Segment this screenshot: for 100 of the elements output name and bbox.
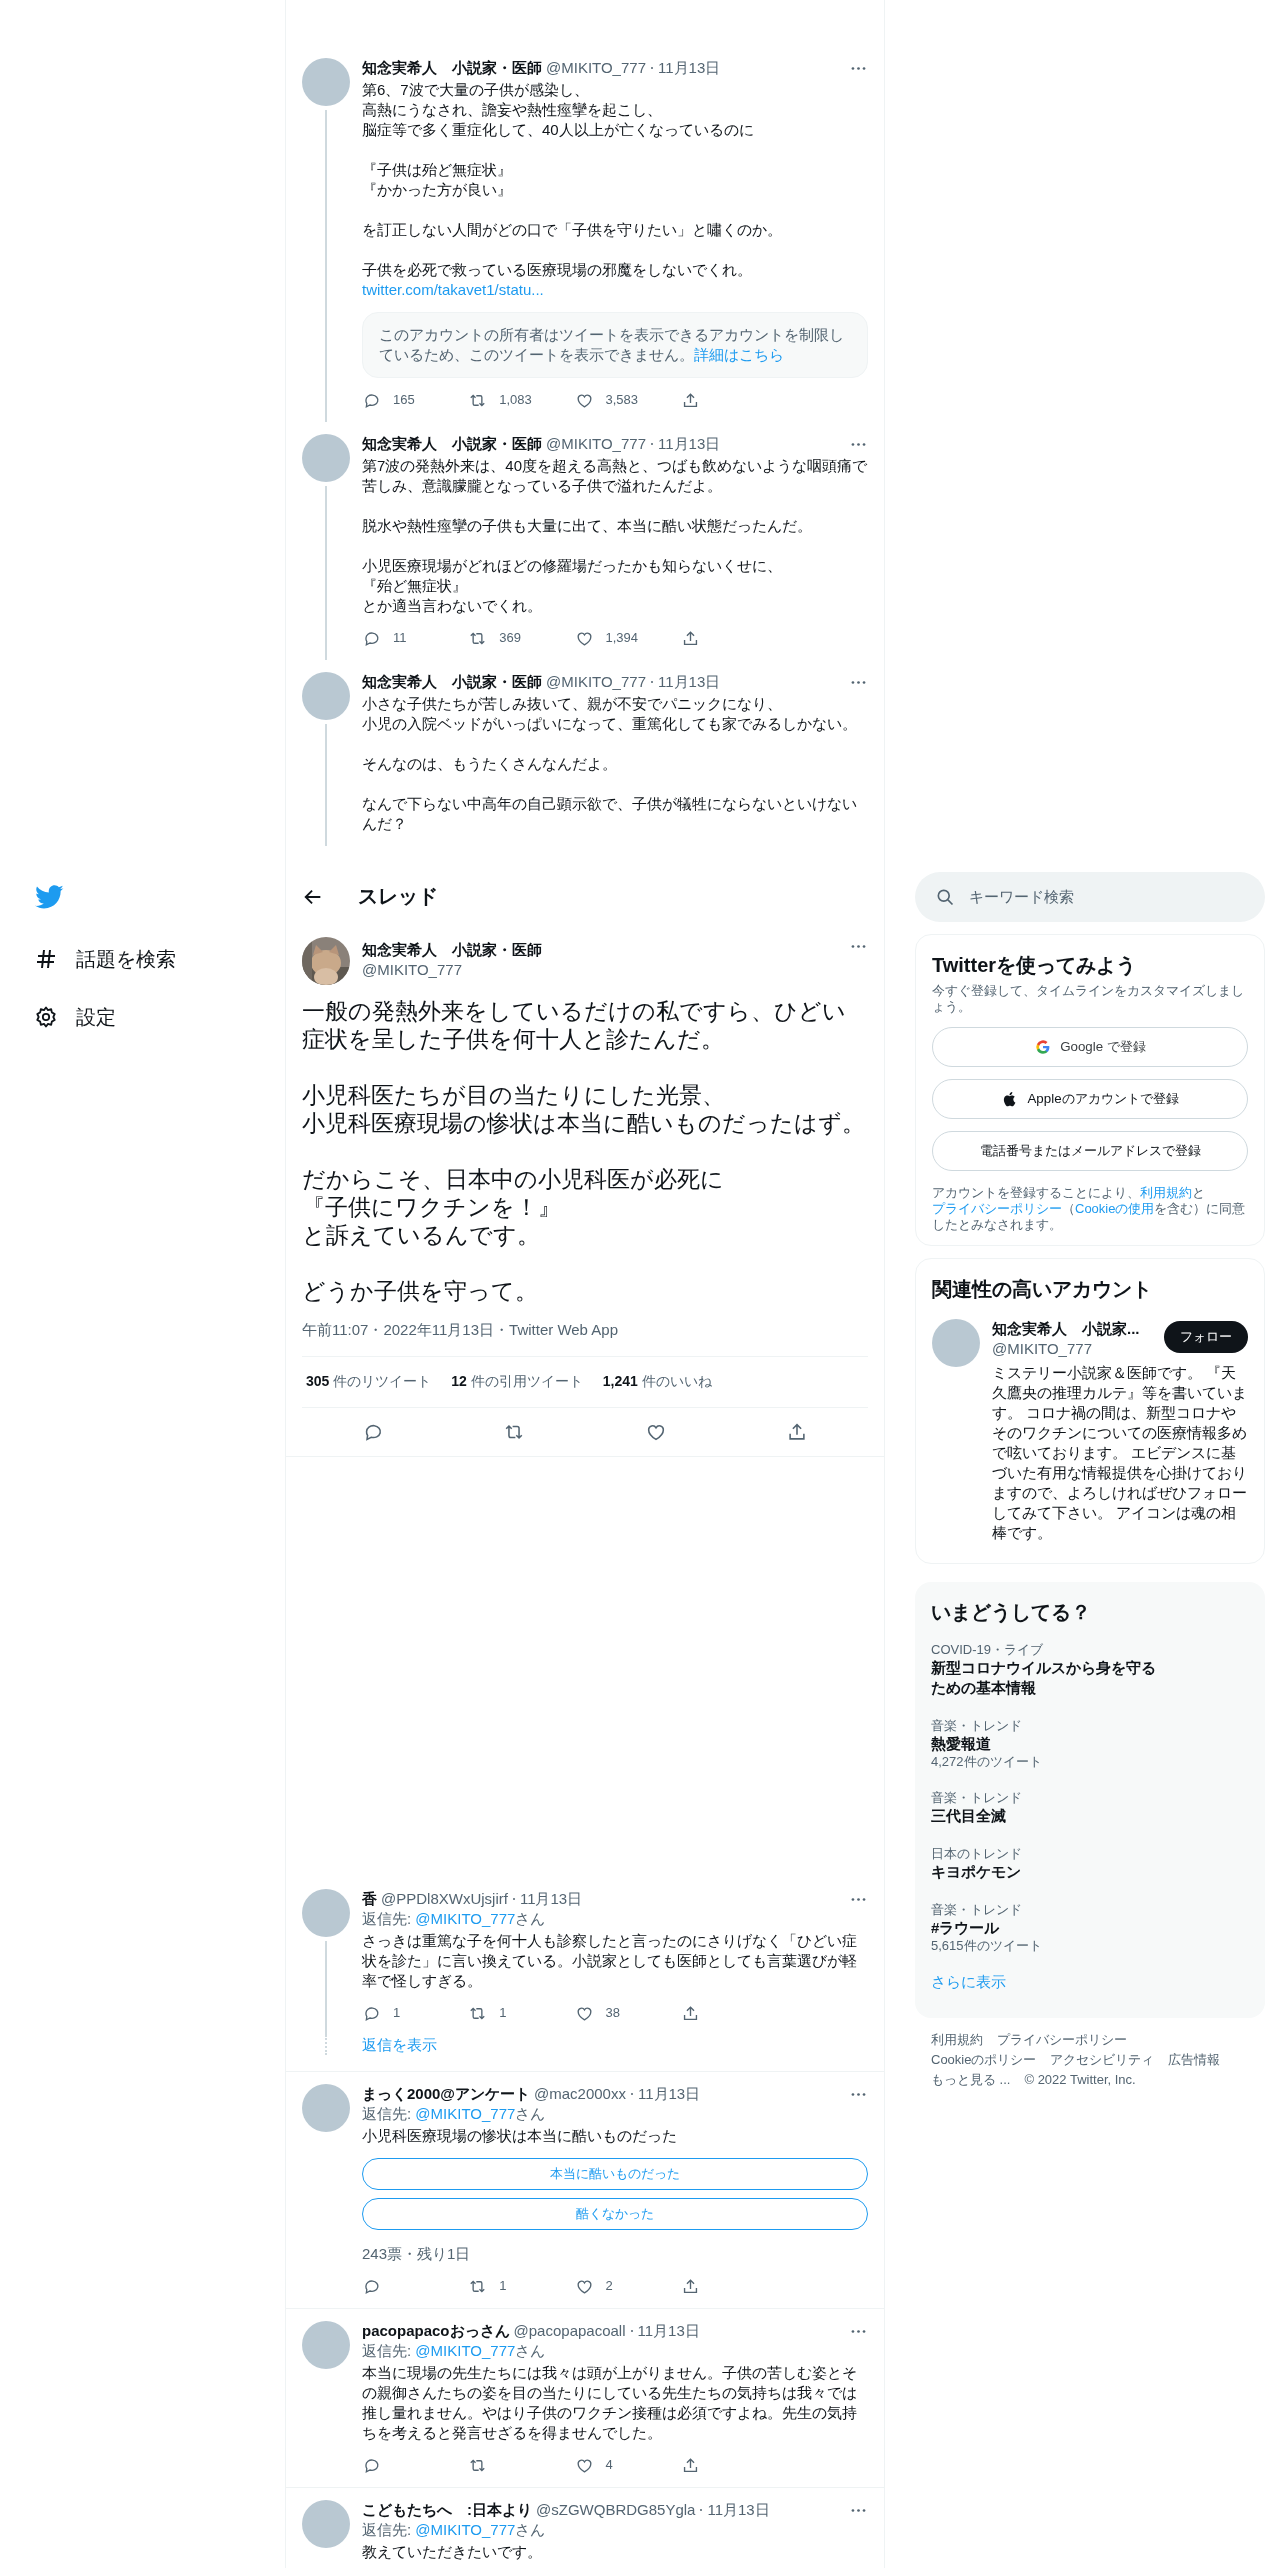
tweet-text: 『殆ど無症状』: [362, 576, 468, 596]
author-handle: @MIKITO_777: [362, 960, 463, 980]
nav-link[interactable]: 話題を検索: [76, 945, 176, 973]
retweet-count: 1: [499, 2004, 507, 2022]
trend-title[interactable]: キヨポケモン: [931, 1862, 1163, 1882]
card-subtitle: 今すぐ登録して、タイムラインをカスタマイズしましょう。: [932, 983, 1245, 1015]
tweet-text: 教えていただきたいです。: [362, 2542, 543, 2562]
tweet-text: さっきは重篤な子を何十人も診察したと言ったのにさりげなく「ひどい症状を診た」に言い換えている。小説家としても医師としても言葉選びが軽率で怪しすぎる。: [362, 1931, 858, 1991]
tweet-text: 小児の入院ベッドがいっぱいになって、重篤化しても家でみるしかない。: [362, 714, 858, 734]
tweet-date[interactable]: 11月13日: [519, 1889, 583, 1909]
tweet-text: どうか子供を守って。: [302, 1277, 539, 1305]
footer-link[interactable]: アクセシビリティ: [1050, 2050, 1155, 2070]
tweet-text: 小児科医療現場の惨状は本当に酷いものだったはず。: [302, 1109, 866, 1137]
like-count: 2: [605, 2277, 613, 2295]
tweet-date[interactable]: 11月13日: [658, 434, 721, 454]
card-title: 関連性の高いアカウント: [932, 1277, 1153, 1301]
footer-link[interactable]: 広告情報: [1168, 2050, 1221, 2070]
retweet-count: 1,083: [499, 391, 532, 409]
author-handle: @MIKITO_777: [546, 672, 646, 692]
trend-count: 5,615件のツイート: [931, 1938, 1043, 1954]
like-count: 1,394: [605, 629, 639, 647]
tweet-date[interactable]: 11月13日: [658, 58, 721, 78]
reply-to-text: 返信先: @MIKITO_777さん: [362, 2104, 547, 2124]
tweet-text: 子供を必死で救っている医療現場の邪魔をしないでくれ。: [362, 260, 753, 280]
author-handle: @mac2000xx: [534, 2084, 626, 2104]
like-count: 38: [605, 2004, 620, 2022]
tweet-text: 脳症等で多く重症化して、40人以上が亡くなっているのに: [362, 120, 755, 140]
trend-category: 音楽・トレンド: [931, 1902, 1023, 1918]
tweet-text: 脱水や熱性痙攣の子供も大量に出て、本当に酷い状態だったんだ。: [362, 516, 813, 536]
account-name[interactable]: 知念実希人 小説家...: [992, 1319, 1156, 1339]
settings-icon[interactable]: [34, 1005, 58, 1029]
trend-title[interactable]: #ラウール: [931, 1918, 1163, 1938]
footer-link[interactable]: 利用規約: [931, 2030, 983, 2050]
search-input[interactable]: キーワード検索: [967, 886, 1245, 908]
tweet-text: 小児科医療現場の惨状は本当に酷いものだった: [362, 2126, 678, 2146]
poll-status: 243票・残り1日: [362, 2244, 472, 2264]
author-handle: @sZGWQBRDG85Ygla: [536, 2500, 696, 2520]
tweet-text: 『かかった方が良い』: [362, 180, 513, 200]
tweet-text: 第6、7波で大量の子供が感染し、: [362, 80, 590, 100]
reply-to-text: 返信先: @MIKITO_777さん: [362, 1909, 547, 1929]
tweet-text: 第7波の発熱外来は、40度を超える高熱と、つばも飲めないような咽頭痛で苦しみ、意識朦朧となっている子供で溢れたんだよ。: [362, 456, 868, 496]
search-field[interactable]: キーワード検索: [915, 872, 1265, 922]
tweet-text: 小さな子供たちが苦しみ抜いて、親が不安でパニックになり、: [362, 694, 783, 714]
tweet-text: だからこそ、日本中の小児科医が必死に: [302, 1165, 725, 1193]
tweet-text: を訂正しない人間がどの口で「子供を守りたい」と嘯くのか。: [362, 220, 783, 240]
trend-title[interactable]: 新型コロナウイルスから身を守るための基本情報: [931, 1658, 1163, 1698]
reply-to-text: 返信先: @MIKITO_777さん: [362, 2520, 547, 2540]
tweet-text: なんで下らない中高年の自己顕示欲で、子供が犠牲にならないといけないんだ？: [362, 794, 858, 834]
follow-button[interactable]: フォロー: [1164, 1321, 1248, 1353]
signup-button[interactable]: 電話番号またはメールアドレスで登録: [932, 1131, 1248, 1171]
trend-count: 4,272件のツイート: [931, 1754, 1043, 1770]
account-bio: ミステリー小説家＆医師です。 『天久鷹央の推理カルテ』等を書いています。 コロナ禍の間は、新型コロナやそのワクチンについての医療情報多めで呟いております。 エビデンスに基づいた有用な情報提供を心掛けておりますので、よろしければぜひフォローしてみて下さい。 アイコンは魂の相棒です。: [992, 1363, 1248, 1543]
engagement-stat[interactable]: 12 件の引用ツイート: [451, 1373, 583, 1391]
author-name: 知念実希人 小説家・医師: [362, 672, 542, 692]
footer-link[interactable]: © 2022 Twitter, Inc.: [1024, 2070, 1136, 2090]
tweet-text: と訴えているんです。: [302, 1221, 541, 1249]
signup-button[interactable]: Appleのアカウントで登録: [932, 1079, 1248, 1119]
tweet-date[interactable]: 11月13日: [707, 2500, 770, 2520]
footer-link[interactable]: もっと見る ...: [931, 2070, 1011, 2090]
author-name: 知念実希人 小説家・医師: [362, 58, 542, 78]
replie-count: 165: [393, 391, 415, 409]
trend-title[interactable]: 熱愛報道: [931, 1734, 1163, 1754]
footer-link[interactable]: プライバシーポリシー: [997, 2030, 1127, 2050]
signup-button[interactable]: Google で登録: [932, 1027, 1248, 1067]
like-count: 4: [605, 2456, 613, 2474]
tweet-text: 小児医療現場がどれほどの修羅場だったかも知らないくせに、: [362, 556, 783, 576]
tweet-timestamp[interactable]: 午前11:07・2022年11月13日・Twitter Web App: [302, 1321, 868, 1340]
search-icon: [935, 887, 955, 907]
tweet-text: とか適当言わないでくれ。: [362, 596, 543, 616]
tweet-text: 『子供にワクチンを！』: [302, 1193, 562, 1221]
trend-title[interactable]: 三代目全滅: [931, 1806, 1163, 1826]
engagement-stat[interactable]: 305 件のリツイート: [306, 1373, 432, 1391]
tweet-text: 小児科医たちが目の当たりにした光景、: [302, 1081, 726, 1109]
account-handle: @MIKITO_777: [992, 1339, 1093, 1359]
tweet-date[interactable]: 11月13日: [658, 672, 721, 692]
engagement-stat[interactable]: 1,241 件のいいね: [602, 1373, 712, 1391]
author-name: 知念実希人 小説家・医師: [362, 434, 542, 454]
tweet-text: 『子供は殆ど無症状』: [362, 160, 513, 180]
author-name: こどもたちへ :日本より: [362, 2500, 532, 2520]
page-title: スレッド: [358, 884, 438, 909]
author-handle: @MIKITO_777: [546, 434, 646, 454]
tweet-text: 本当に現場の先生たちには我々は頭が上がりません。子供の苦しむ姿とその親御さんたちの姿を目の当たりにしている先生たちの気持ちは我々では推し量れません。やはり子供のワクチン接種は必須ですよね。先生の気持ちを考えると発言せざるを得ませんでした。: [362, 2363, 858, 2443]
replie-count: 1: [393, 2004, 401, 2022]
like-count: 3,583: [605, 391, 639, 409]
trend-category: 音楽・トレンド: [931, 1790, 1023, 1806]
tweet-date[interactable]: 11月13日: [637, 2084, 701, 2104]
hashtag-icon[interactable]: [34, 947, 58, 971]
footer-link[interactable]: Cookieのポリシー: [931, 2050, 1037, 2070]
tweet-text: そんなのは、もうたくさんなんだよ。: [362, 754, 618, 774]
replie-count: 11: [393, 629, 407, 647]
author-handle: @pacopapacoall: [513, 2321, 626, 2341]
trend-category: COVID-19・ライブ: [931, 1642, 1044, 1658]
tweet-text: 一般の発熱外来をしているだけの私ですら、ひどい症状を呈した子供を何十人と診たんだ。: [302, 997, 847, 1053]
author-name: まっく2000@アンケート: [362, 2084, 530, 2104]
retweet-count: 369: [499, 629, 521, 647]
author-handle: @MIKITO_777: [546, 58, 646, 78]
author-handle: @PPDl8XWxUjsjirf: [381, 1889, 508, 1909]
tweet-text: 高熱にうなされ、譫妄や熱性痙攣を起こし、: [362, 100, 663, 120]
tweet-date[interactable]: 11月13日: [637, 2321, 700, 2341]
nav-link[interactable]: 設定: [76, 1003, 116, 1031]
